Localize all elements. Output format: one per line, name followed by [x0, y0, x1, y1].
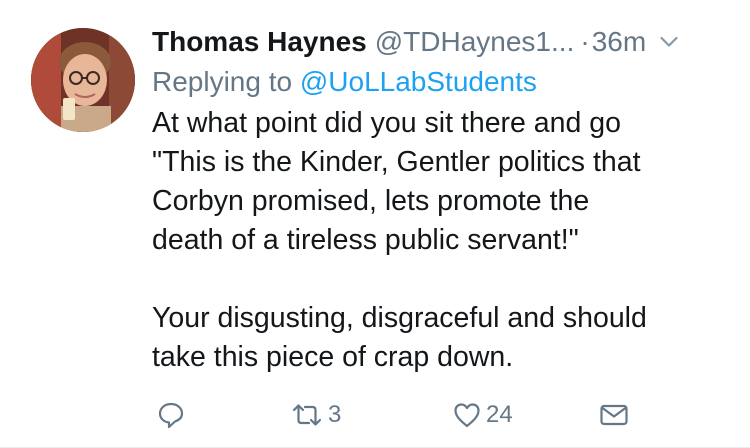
tweet-content: Thomas Haynes @TDHaynes1... · 36m Replyi…	[152, 22, 726, 377]
like-count: 24	[486, 401, 513, 428]
retweet-count: 3	[328, 401, 342, 428]
tweet-actions: 3 24	[152, 398, 652, 432]
tweet-text-line: Corbyn promised, lets promote the	[152, 185, 590, 217]
tweet-text-line: death of a tireless public servant!"	[152, 224, 579, 256]
separator-dot: ·	[580, 26, 590, 57]
retweet-icon	[290, 400, 324, 430]
reply-button[interactable]	[156, 398, 190, 432]
tweet-text-line: Your disgusting, disgraceful and should	[152, 302, 647, 334]
replying-to-line: Replying to @UoLLabStudents	[152, 62, 726, 102]
heart-icon	[452, 400, 482, 430]
tweet-text: At what point did you sit there and go "…	[152, 104, 726, 377]
tweet-text-line: "This is the Kinder, Gentler politics th…	[152, 146, 641, 178]
direct-message-button[interactable]	[598, 398, 630, 432]
reply-icon	[156, 400, 186, 430]
author-handle[interactable]: @TDHaynes1...	[375, 22, 575, 62]
retweet-button[interactable]: 3	[290, 398, 341, 432]
timestamp[interactable]: 36m	[592, 22, 646, 62]
author-display-name[interactable]: Thomas Haynes	[152, 22, 367, 62]
envelope-icon	[598, 400, 630, 430]
tweet-text-line: At what point did you sit there and go	[152, 107, 621, 139]
chevron-down-icon[interactable]	[658, 31, 680, 53]
user-avatar-photo-icon	[31, 28, 135, 132]
tweet-card[interactable]: Thomas Haynes @TDHaynes1... · 36m Replyi…	[0, 0, 750, 448]
replying-to-prefix: Replying to	[152, 66, 293, 97]
tweet-text-line: take this piece of crap down.	[152, 341, 514, 373]
tweet-header: Thomas Haynes @TDHaynes1... · 36m	[152, 22, 726, 62]
like-button[interactable]: 24	[452, 398, 513, 432]
avatar[interactable]	[31, 28, 135, 132]
replying-to-mention[interactable]: @UoLLabStudents	[300, 66, 537, 97]
